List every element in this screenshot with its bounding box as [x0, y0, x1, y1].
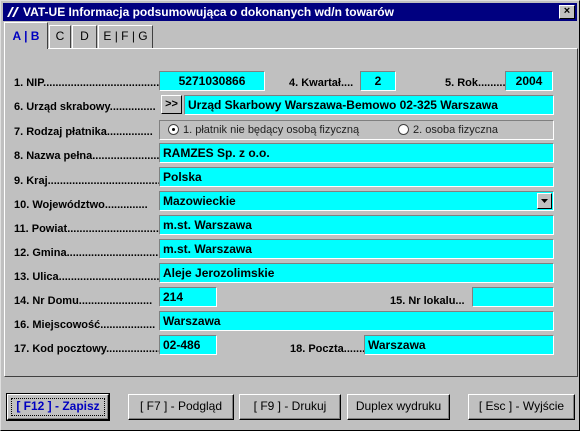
miejscowosc-label: 16. Miejscowość..................	[14, 319, 156, 331]
tab-a-b[interactable]: A | B	[4, 22, 48, 49]
kod-label: 17. Kod pocztowy..................	[14, 343, 159, 355]
browse-urzad-button[interactable]: >>	[161, 95, 182, 114]
nr-domu-field[interactable]: 214	[159, 287, 217, 307]
ulica-label: 13. Ulica...............................…	[14, 271, 159, 283]
powiat-label: 11. Powiat..............................…	[14, 223, 159, 235]
rodzaj-label: 7. Rodzaj płatnika...............	[14, 126, 153, 138]
tab-label: A | B	[12, 29, 40, 43]
close-icon: ×	[563, 5, 571, 17]
rok-field[interactable]: 2004	[505, 71, 553, 91]
gmina-label: 12. Gmina...............................…	[14, 247, 159, 259]
kraj-label: 9. Kraj.................................…	[14, 175, 159, 187]
tab-d[interactable]: D	[72, 25, 97, 48]
radio-unchecked-icon	[398, 124, 409, 135]
wojewodztwo-value: Mazowieckie	[163, 194, 236, 208]
save-button[interactable]: [ F12 ] - Zapisz	[6, 393, 110, 421]
radio-label: 2. osoba fizyczna	[413, 124, 498, 136]
print-button-label: [ F9 ] - Drukuj	[253, 399, 327, 413]
duplex-button[interactable]: Duplex wydruku	[347, 394, 450, 420]
tab-label: C	[55, 29, 65, 43]
preview-button[interactable]: [ F7 ] - Podgląd	[128, 394, 234, 420]
title-bar[interactable]: VAT-UE Informacja podsumowująca o dokona…	[3, 3, 577, 21]
dropdown-button[interactable]	[537, 193, 552, 209]
miejscowosc-field[interactable]: Warszawa	[159, 311, 554, 331]
kraj-field[interactable]: Polska	[159, 167, 554, 187]
poczta-field[interactable]: Warszawa	[364, 335, 554, 355]
poczta-label: 18. Poczta.........	[290, 343, 364, 355]
nr-domu-label: 14. Nr Domu........................	[14, 295, 153, 307]
nip-label: 1. NIP..................................…	[14, 77, 159, 89]
kwartal-label: 4. Kwartał....	[289, 77, 354, 89]
rodzaj-radio-group: 1. płatnik nie będący osobą fizyczną 2. …	[159, 120, 554, 140]
nazwa-field[interactable]: RAMZES Sp. z o.o.	[159, 143, 554, 163]
print-button[interactable]: [ F9 ] - Drukuj	[239, 394, 341, 420]
window-title: VAT-UE Informacja podsumowująca o dokona…	[23, 5, 394, 19]
nip-field[interactable]: 5271030866	[159, 71, 265, 91]
nr-lokalu-field[interactable]	[472, 287, 554, 307]
dialog-window: VAT-UE Informacja podsumowująca o dokona…	[0, 0, 580, 431]
ulica-field[interactable]: Aleje Jerozolimskie	[159, 263, 554, 283]
radio-option-1[interactable]: 1. płatnik nie będący osobą fizyczną	[168, 124, 359, 138]
radio-label: 1. płatnik nie będący osobą fizyczną	[183, 124, 360, 136]
urzad-field[interactable]: Urząd Skarbowy Warszawa-Bemowo 02-325 Wa…	[184, 95, 554, 115]
wojewodztwo-label: 10. Województwo..............	[14, 199, 148, 211]
close-button[interactable]: ×	[559, 5, 575, 19]
gmina-field[interactable]: m.st. Warszawa	[159, 239, 554, 259]
radio-checked-icon	[168, 124, 179, 135]
tab-e-f-g[interactable]: E | F | G	[98, 25, 153, 48]
kod-field[interactable]: 02-486	[159, 335, 217, 355]
wojewodztwo-select[interactable]: Mazowieckie	[159, 191, 554, 211]
chevron-down-icon	[541, 199, 548, 203]
exit-button-label: [ Esc ] - Wyjście	[478, 399, 565, 413]
urzad-label: 6. Urząd skrabowy...............	[14, 101, 156, 113]
kwartal-field[interactable]: 2	[360, 71, 396, 91]
tab-label: D	[80, 29, 89, 43]
duplex-button-label: Duplex wydruku	[355, 399, 442, 413]
powiat-field[interactable]: m.st. Warszawa	[159, 215, 554, 235]
preview-button-label: [ F7 ] - Podgląd	[139, 399, 223, 413]
exit-button[interactable]: [ Esc ] - Wyjście	[468, 394, 575, 420]
nazwa-label: 8. Nazwa pełna......................	[14, 150, 159, 162]
focus-ring	[11, 398, 105, 416]
radio-option-2[interactable]: 2. osoba fizyczna	[398, 124, 498, 138]
app-icon	[5, 4, 21, 20]
rok-label: 5. Rok.........	[445, 77, 505, 89]
nr-lokalu-label: 15. Nr lokalu...	[390, 295, 465, 307]
tab-label: E | F | G	[103, 29, 148, 43]
tab-c[interactable]: C	[49, 25, 71, 48]
